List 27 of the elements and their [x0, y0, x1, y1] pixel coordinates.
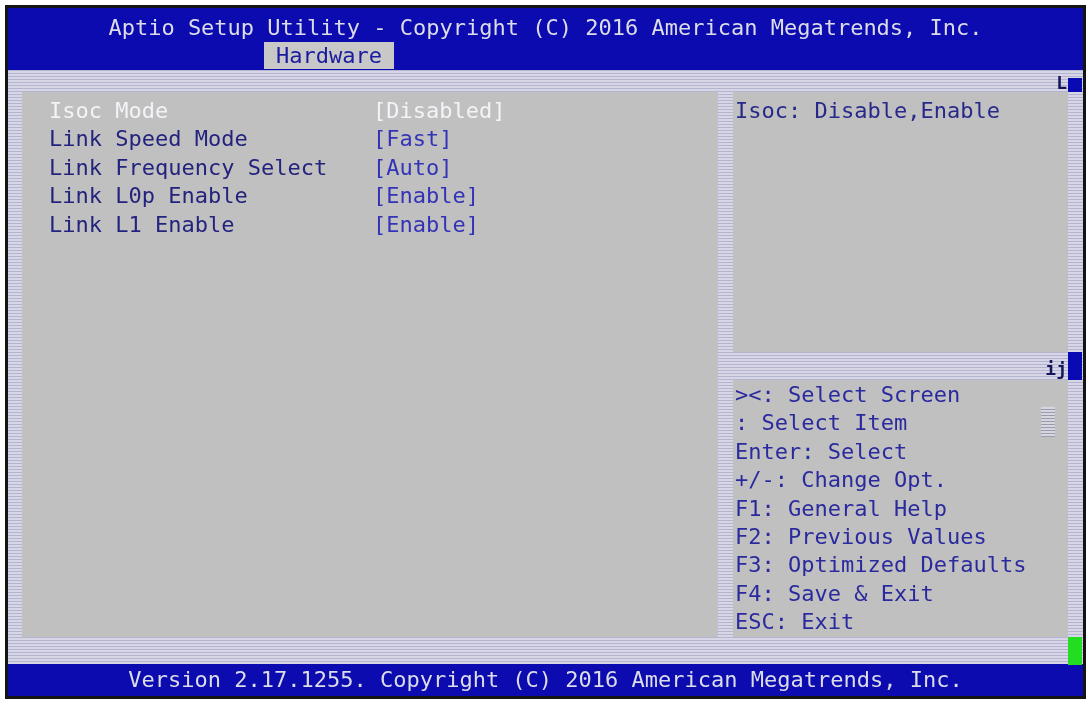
key-hint: F2: Previous Values — [735, 523, 987, 552]
setting-value[interactable]: [Enable] — [373, 210, 479, 240]
window-title: Aptio Setup Utility - Copyright (C) 2016 American Megatrends, Inc. — [108, 14, 983, 42]
edge-block-icon — [1068, 636, 1082, 665]
key-hint: F3: Optimized Defaults — [735, 551, 1027, 580]
setting-value[interactable]: [Fast] — [373, 125, 453, 154]
setting-label[interactable]: Link L0p Enable — [49, 182, 248, 211]
edge-block-icon — [1068, 352, 1082, 380]
edge-block-icon — [1068, 78, 1082, 92]
key-hint: +/-: Change Opt. — [735, 466, 947, 495]
setting-label[interactable]: Link Speed Mode — [49, 125, 248, 154]
key-hint: F1: General Help — [735, 494, 947, 523]
version-text: Version 2.17.1255. Copyright (C) 2016 American Megatrends, Inc. — [128, 666, 963, 694]
setting-value[interactable]: [Enable] — [373, 182, 479, 211]
setting-label[interactable]: Link Frequency Select — [49, 153, 328, 183]
setting-label[interactable]: Link L1 Enable — [49, 210, 235, 240]
edge-glyph: ij — [1045, 360, 1067, 378]
key-hint: F4: Save & Exit — [735, 579, 934, 608]
key-hint: ESC: Exit — [735, 608, 855, 637]
scroll-thumb-icon — [1041, 407, 1055, 437]
edge-glyph: L — [1056, 74, 1067, 92]
key-hint: Enter: Select — [735, 437, 908, 466]
key-hint: ><: Select Screen — [735, 381, 961, 409]
setting-value[interactable]: [Auto] — [373, 153, 453, 183]
help-text: Isoc: Disable,Enable — [735, 97, 1000, 125]
key-hint: : Select Item — [735, 409, 908, 438]
menu-tab[interactable]: Hardware — [264, 42, 394, 69]
